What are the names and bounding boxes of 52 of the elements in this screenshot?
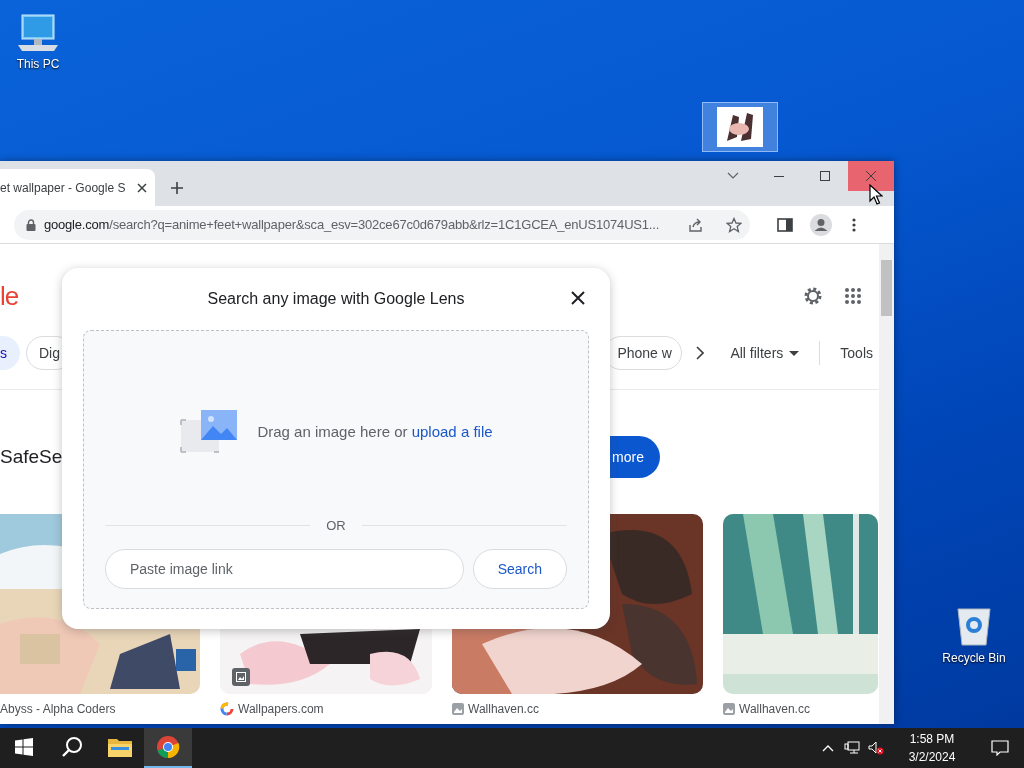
chevron-down-icon bbox=[727, 172, 739, 180]
close-icon bbox=[571, 291, 585, 305]
star-icon[interactable] bbox=[726, 216, 742, 233]
result-source[interactable]: Wallhaven.cc bbox=[739, 702, 810, 716]
image-badge-icon bbox=[232, 668, 250, 686]
dialog-title: Search any image with Google Lens bbox=[207, 290, 465, 308]
image-icon bbox=[179, 408, 240, 454]
desktop-icon-label[interactable]: Recycle Bin bbox=[942, 651, 1006, 665]
address-bar[interactable]: google.com/search?q=anime+feet+wallpaper&sca_esv=302ce67c0d679abb&rlz=1C1GCEA_enUS1074US1... bbox=[14, 209, 750, 240]
search-button[interactable]: Search bbox=[472, 549, 567, 589]
all-filters-button[interactable]: All filters bbox=[724, 345, 806, 361]
upload-link[interactable]: upload a file bbox=[411, 422, 493, 440]
maximize-icon bbox=[820, 171, 830, 181]
share-icon[interactable] bbox=[688, 216, 704, 233]
drop-instructions: Drag an image here or upload a file bbox=[257, 422, 493, 440]
tools-button[interactable]: Tools bbox=[834, 345, 879, 361]
result-source[interactable]: Wallpapers.com bbox=[238, 702, 324, 716]
minimize-icon bbox=[774, 175, 784, 177]
filter-chip[interactable]: s bbox=[0, 336, 20, 370]
logo: le bbox=[0, 280, 19, 312]
ring-icon bbox=[220, 702, 234, 716]
taskbar-app[interactable] bbox=[144, 728, 192, 768]
result-source[interactable]: Wallhaven.cc bbox=[468, 702, 539, 716]
close-icon[interactable] bbox=[137, 182, 147, 193]
profile-icon bbox=[810, 213, 832, 236]
computer-icon bbox=[16, 11, 60, 53]
desktop-icon-label[interactable]: This PC bbox=[16, 57, 60, 71]
apps-grid-icon bbox=[845, 288, 861, 304]
clock-date[interactable]: 3/2/2024 bbox=[908, 748, 956, 766]
chrome-icon bbox=[156, 735, 180, 759]
lock-icon bbox=[26, 218, 36, 231]
close-icon bbox=[866, 171, 876, 181]
browser-tab[interactable]: et wallpaper - Google S bbox=[0, 169, 155, 206]
folder-icon bbox=[108, 737, 132, 757]
section-heading: SafeSe bbox=[0, 446, 63, 468]
result-source[interactable]: Abyss - Alpha Coders bbox=[0, 702, 116, 716]
or-divider-label: OR bbox=[326, 517, 346, 533]
scrollbar[interactable] bbox=[879, 244, 894, 724]
plus-icon bbox=[170, 181, 184, 195]
site-icon bbox=[452, 703, 464, 715]
chevron-right-icon[interactable] bbox=[696, 346, 705, 360]
search-icon bbox=[61, 736, 83, 758]
clock-time[interactable]: 1:58 PM bbox=[909, 730, 955, 748]
windows-icon bbox=[15, 738, 33, 756]
side-panel-icon bbox=[777, 217, 793, 232]
menu-icon bbox=[852, 217, 856, 232]
image-link-field[interactable]: Paste image link bbox=[105, 549, 464, 589]
settings-icon bbox=[802, 285, 824, 307]
caret-icon bbox=[789, 350, 800, 356]
image-file-icon bbox=[717, 107, 763, 147]
site-icon bbox=[723, 703, 735, 715]
drop-zone[interactable]: Drag an image here or upload a file OR Paste image link Search bbox=[83, 330, 589, 609]
